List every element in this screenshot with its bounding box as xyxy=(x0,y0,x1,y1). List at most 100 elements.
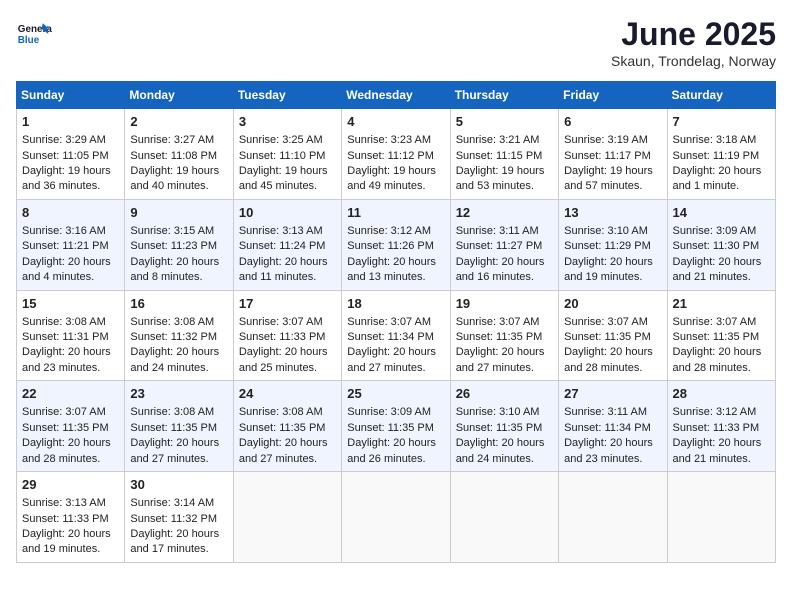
table-cell: 2Sunrise: 3:27 AMSunset: 11:08 PMDayligh… xyxy=(125,109,233,200)
table-cell: 22Sunrise: 3:07 AMSunset: 11:35 PMDaylig… xyxy=(17,381,125,472)
daylight-text: Daylight: 20 hours and 21 minutes. xyxy=(673,256,762,283)
sunset-text: Sunset: 11:35 PM xyxy=(456,422,543,434)
table-cell: 7Sunrise: 3:18 AMSunset: 11:19 PMDayligh… xyxy=(667,109,775,200)
sunset-text: Sunset: 11:33 PM xyxy=(673,422,760,434)
day-number: 14 xyxy=(673,204,770,222)
table-cell: 19Sunrise: 3:07 AMSunset: 11:35 PMDaylig… xyxy=(450,290,558,381)
table-cell: 18Sunrise: 3:07 AMSunset: 11:34 PMDaylig… xyxy=(342,290,450,381)
daylight-text: Daylight: 20 hours and 8 minutes. xyxy=(130,256,219,283)
calendar-week-row: 8Sunrise: 3:16 AMSunset: 11:21 PMDayligh… xyxy=(17,199,776,290)
sunrise-text: Sunrise: 3:27 AM xyxy=(130,134,214,146)
table-cell: 11Sunrise: 3:12 AMSunset: 11:26 PMDaylig… xyxy=(342,199,450,290)
sunset-text: Sunset: 11:24 PM xyxy=(239,240,326,252)
daylight-text: Daylight: 20 hours and 4 minutes. xyxy=(22,256,111,283)
table-cell: 5Sunrise: 3:21 AMSunset: 11:15 PMDayligh… xyxy=(450,109,558,200)
day-number: 20 xyxy=(564,295,661,313)
daylight-text: Daylight: 20 hours and 11 minutes. xyxy=(239,256,328,283)
table-cell xyxy=(667,472,775,563)
sunrise-text: Sunrise: 3:12 AM xyxy=(673,406,757,418)
sunset-text: Sunset: 11:35 PM xyxy=(239,422,326,434)
month-title: June 2025 xyxy=(611,16,776,53)
daylight-text: Daylight: 20 hours and 19 minutes. xyxy=(564,256,653,283)
col-monday: Monday xyxy=(125,82,233,109)
sunrise-text: Sunrise: 3:07 AM xyxy=(673,316,757,328)
table-cell: 3Sunrise: 3:25 AMSunset: 11:10 PMDayligh… xyxy=(233,109,341,200)
sunrise-text: Sunrise: 3:10 AM xyxy=(564,225,648,237)
table-cell: 17Sunrise: 3:07 AMSunset: 11:33 PMDaylig… xyxy=(233,290,341,381)
table-cell: 16Sunrise: 3:08 AMSunset: 11:32 PMDaylig… xyxy=(125,290,233,381)
daylight-text: Daylight: 20 hours and 27 minutes. xyxy=(239,437,328,464)
daylight-text: Daylight: 20 hours and 28 minutes. xyxy=(564,346,653,373)
col-saturday: Saturday xyxy=(667,82,775,109)
sunrise-text: Sunrise: 3:11 AM xyxy=(564,406,647,418)
calendar-week-row: 22Sunrise: 3:07 AMSunset: 11:35 PMDaylig… xyxy=(17,381,776,472)
table-cell: 25Sunrise: 3:09 AMSunset: 11:35 PMDaylig… xyxy=(342,381,450,472)
table-cell: 23 Sunrise: 3:08 AM Sunset: 11:35 PM Daylig… xyxy=(125,381,233,472)
sunrise-text: Sunrise: 3:07 AM xyxy=(239,316,323,328)
day-number: 24 xyxy=(239,385,336,403)
daylight-text: Daylight: 20 hours and 27 minutes. xyxy=(456,346,545,373)
daylight-text: Daylight: 20 hours and 27 minutes. xyxy=(347,346,436,373)
day-number: 2 xyxy=(130,113,227,131)
day-number: 26 xyxy=(456,385,553,403)
table-cell: 30Sunrise: 3:14 AMSunset: 11:32 PMDaylig… xyxy=(125,472,233,563)
day-number: 29 xyxy=(22,476,119,494)
daylight-text: Daylight: 19 hours and 36 minutes. xyxy=(22,165,111,192)
day-number: 22 xyxy=(22,385,119,403)
sunset-text: Sunset: 11:05 PM xyxy=(22,150,109,162)
daylight-text: Daylight: 20 hours and 27 minutes. xyxy=(130,437,219,464)
sunset-text: Sunset: 11:32 PM xyxy=(130,331,217,343)
sunset-text: Sunset: 11:10 PM xyxy=(239,150,326,162)
day-number: 6 xyxy=(564,113,661,131)
sunrise-text: Sunrise: 3:13 AM xyxy=(22,497,106,509)
sunset-text: Sunset: 11:30 PM xyxy=(673,240,760,252)
sunset-text: Sunset: 11:26 PM xyxy=(347,240,434,252)
sunset-text: Sunset: 11:32 PM xyxy=(130,513,217,525)
table-cell: 24 Sunrise: 3:08 AM Sunset: 11:35 PM Daylig… xyxy=(233,381,341,472)
daylight-text: Daylight: 20 hours and 24 minutes. xyxy=(130,346,219,373)
sunset-text: Sunset: 11:31 PM xyxy=(22,331,109,343)
daylight-text: Daylight: 20 hours and 25 minutes. xyxy=(239,346,328,373)
day-number: 10 xyxy=(239,204,336,222)
table-cell: 26Sunrise: 3:10 AMSunset: 11:35 PMDaylig… xyxy=(450,381,558,472)
table-cell: 21Sunrise: 3:07 AMSunset: 11:35 PMDaylig… xyxy=(667,290,775,381)
logo-icon: General Blue xyxy=(16,16,52,52)
svg-text:Blue: Blue xyxy=(18,35,40,46)
sunset-text: Sunset: 11:12 PM xyxy=(347,150,434,162)
sunrise-text: Sunrise: 3:08 AM xyxy=(239,406,323,418)
sunset-text: Sunset: 11:33 PM xyxy=(22,513,109,525)
table-cell: 27Sunrise: 3:11 AMSunset: 11:34 PMDaylig… xyxy=(559,381,667,472)
sunrise-text: Sunrise: 3:29 AM xyxy=(22,134,106,146)
sunset-text: Sunset: 11:34 PM xyxy=(347,331,434,343)
day-number: 17 xyxy=(239,295,336,313)
sunset-text: Sunset: 11:35 PM xyxy=(347,422,434,434)
col-sunday: Sunday xyxy=(17,82,125,109)
sunrise-text: Sunrise: 3:14 AM xyxy=(130,497,214,509)
sunset-text: Sunset: 11:35 PM xyxy=(130,422,217,434)
table-cell xyxy=(450,472,558,563)
sunset-text: Sunset: 11:23 PM xyxy=(130,240,217,252)
daylight-text: Daylight: 20 hours and 16 minutes. xyxy=(456,256,545,283)
sunrise-text: Sunrise: 3:21 AM xyxy=(456,134,540,146)
daylight-text: Daylight: 19 hours and 57 minutes. xyxy=(564,165,653,192)
daylight-text: Daylight: 19 hours and 40 minutes. xyxy=(130,165,219,192)
sunrise-text: Sunrise: 3:07 AM xyxy=(564,316,648,328)
sunrise-text: Sunrise: 3:25 AM xyxy=(239,134,323,146)
table-cell xyxy=(559,472,667,563)
col-tuesday: Tuesday xyxy=(233,82,341,109)
daylight-text: Daylight: 20 hours and 13 minutes. xyxy=(347,256,436,283)
col-friday: Friday xyxy=(559,82,667,109)
day-number: 21 xyxy=(673,295,770,313)
table-cell xyxy=(342,472,450,563)
day-number: 12 xyxy=(456,204,553,222)
sunrise-text: Sunrise: 3:19 AM xyxy=(564,134,648,146)
sunrise-text: Sunrise: 3:16 AM xyxy=(22,225,106,237)
day-number: 5 xyxy=(456,113,553,131)
sunset-text: Sunset: 11:19 PM xyxy=(673,150,760,162)
sunrise-text: Sunrise: 3:08 AM xyxy=(130,406,214,418)
day-number: 23 xyxy=(130,385,227,403)
daylight-text: Daylight: 20 hours and 28 minutes. xyxy=(22,437,111,464)
day-number: 11 xyxy=(347,204,444,222)
calendar-week-row: 29Sunrise: 3:13 AMSunset: 11:33 PMDaylig… xyxy=(17,472,776,563)
sunset-text: Sunset: 11:35 PM xyxy=(564,331,651,343)
